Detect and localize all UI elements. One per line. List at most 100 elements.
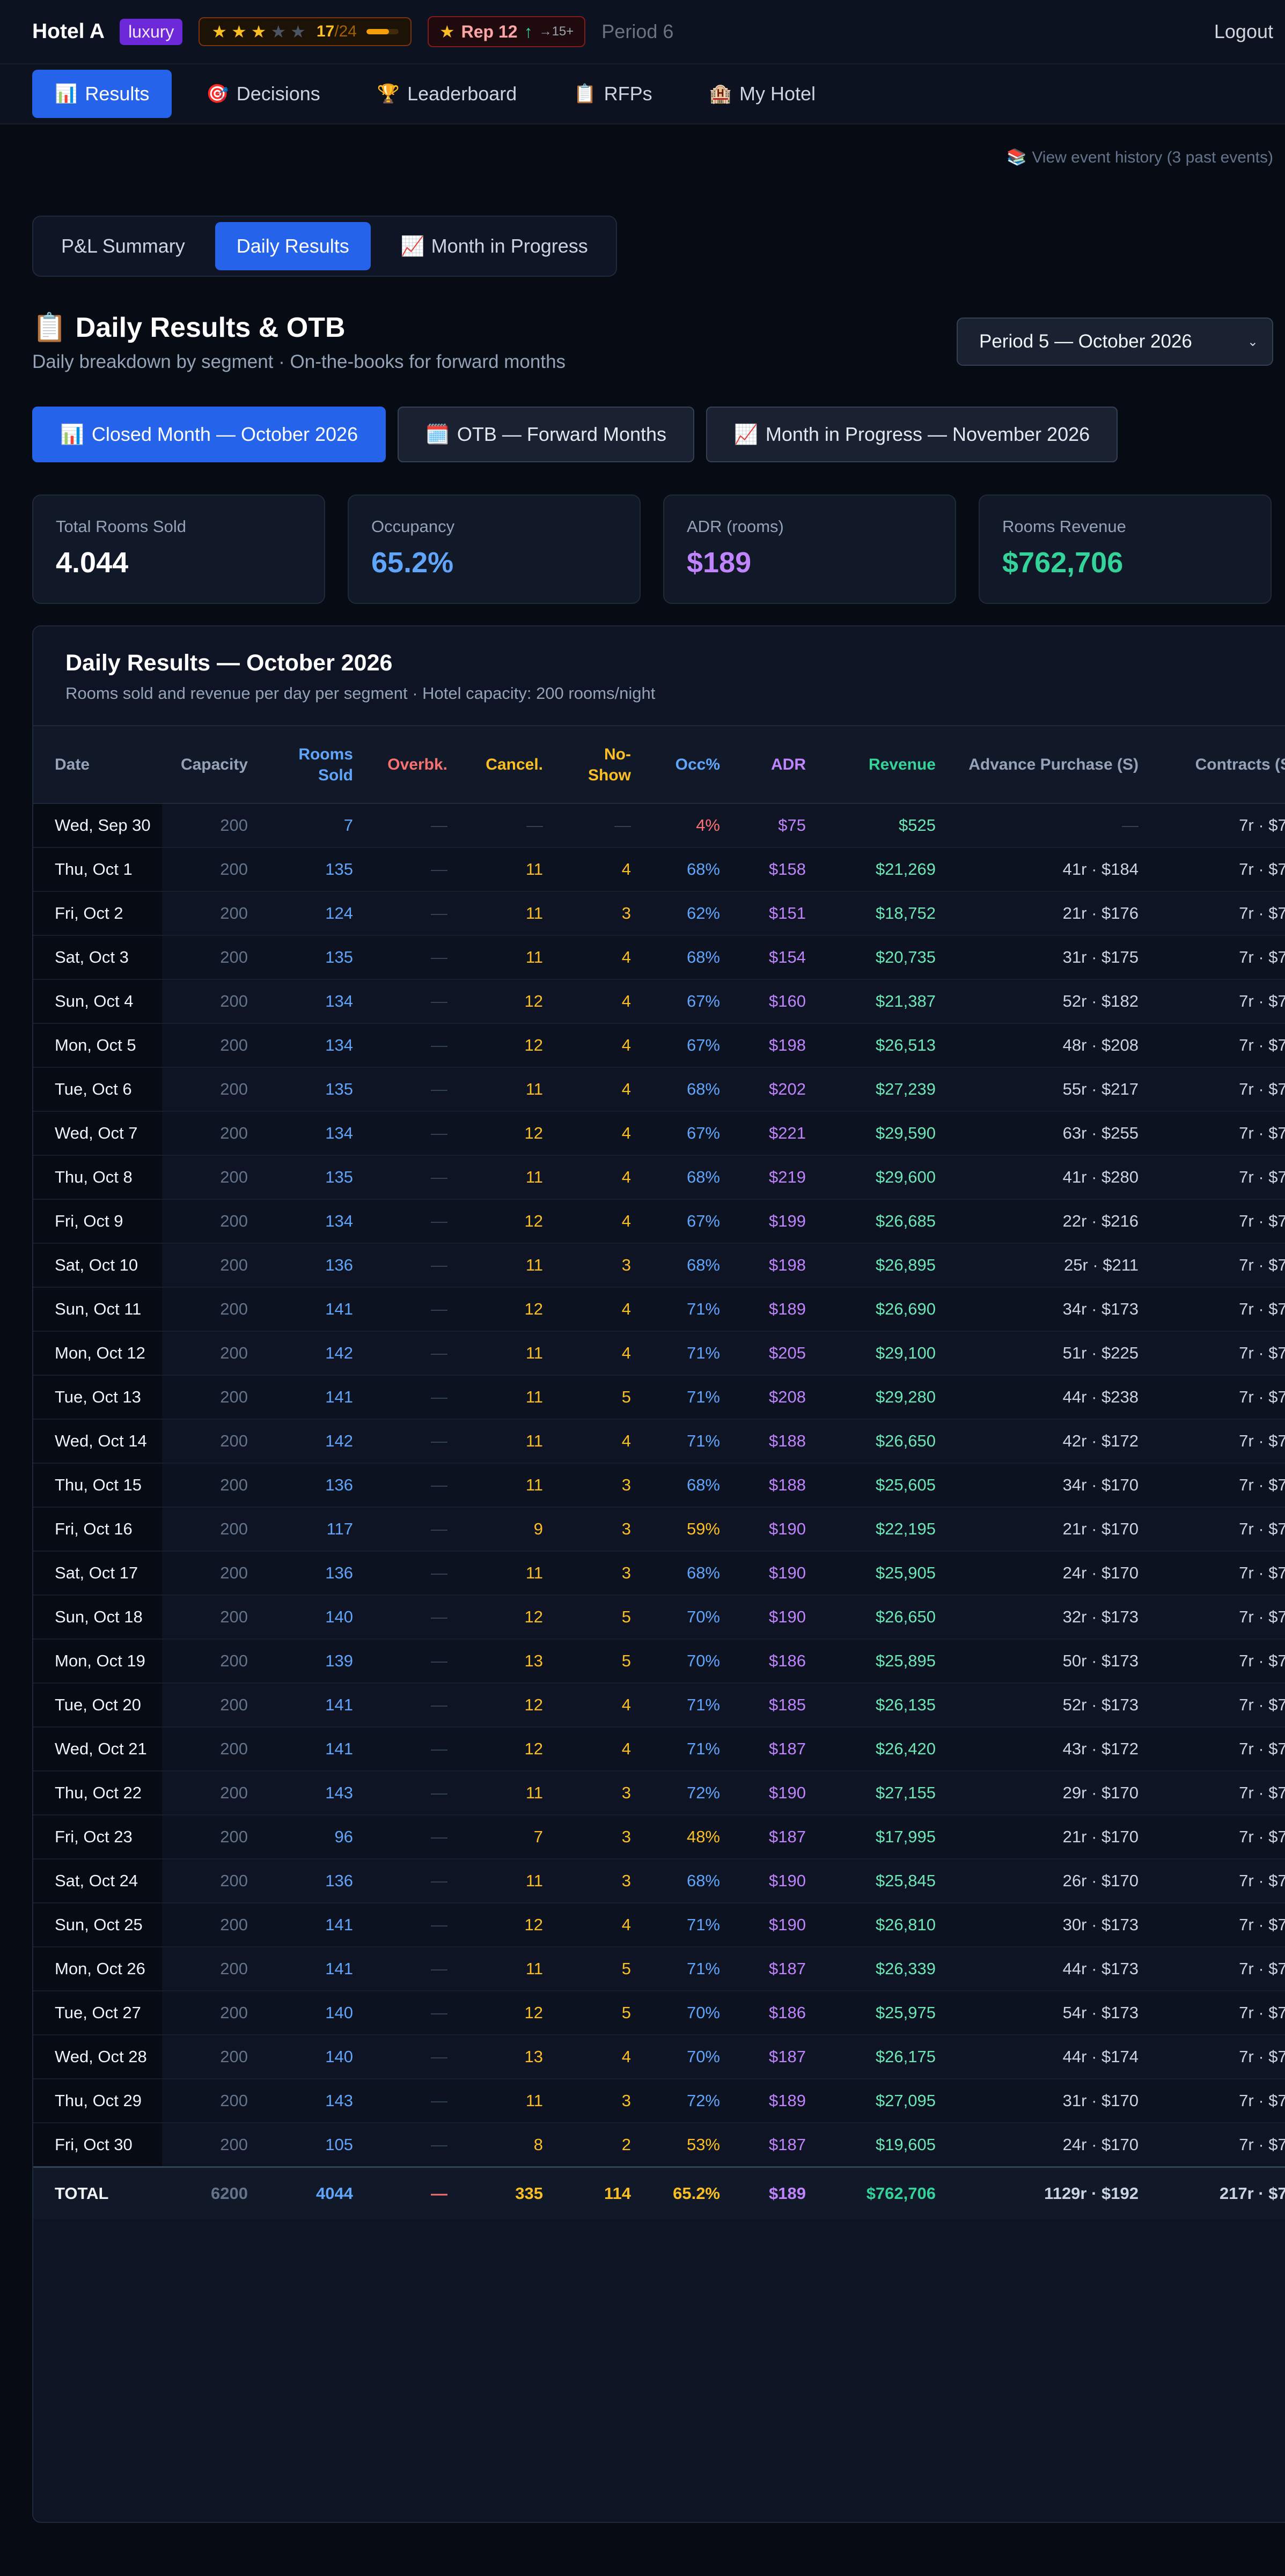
column-header: Contracts (S) — [1149, 726, 1285, 804]
table-cell: 7r · $75 — [1149, 1991, 1285, 2035]
table-cell: 22r · $216 — [946, 1199, 1149, 1244]
logout-button[interactable]: Logout — [1214, 20, 1273, 43]
star-rating: ★ ★ ★ ★ ★ 17/24 — [199, 17, 412, 46]
kpi-card: Rooms Revenue $762,706 — [979, 494, 1272, 604]
column-header: Rooms Sold — [259, 726, 364, 804]
row-date: Sat, Oct 17 — [33, 1551, 162, 1596]
column-header: Capacity — [162, 726, 259, 804]
event-history-link[interactable]: 📚 View event history (3 past events) — [1007, 148, 1273, 167]
stars-progress-bar — [366, 29, 399, 34]
table-cell: — — [364, 1947, 458, 1991]
reputation-badge: ★ Rep 12 ↑ →15+ — [427, 16, 586, 47]
table-cell: $26,135 — [817, 1683, 946, 1728]
subtab-p-l-summary[interactable]: P&L Summary — [40, 222, 207, 270]
table-cell: — — [364, 1463, 458, 1508]
view-button-2[interactable]: 📈 Month in Progress — November 2026 — [706, 407, 1118, 462]
nav-tab-results[interactable]: 📊 Results — [32, 70, 172, 118]
table-cell: 21r · $170 — [946, 1815, 1149, 1859]
table-cell: 7r · $75 — [1149, 891, 1285, 936]
table-cell: 71% — [642, 1375, 731, 1420]
results-subtabs: P&L Summary Daily Results 📈 Month in Progre… — [32, 216, 617, 277]
table-cell: 55r · $217 — [946, 1067, 1149, 1112]
table-cell: — — [364, 1859, 458, 1903]
table-row: Sat, Oct 10 200 136—11 3 68% $198 $26,895 25r ·… — [33, 1243, 1285, 1288]
table-cell: 3 — [554, 2079, 642, 2123]
table-cell: — — [364, 935, 458, 980]
tier-badge: luxury — [120, 18, 183, 45]
table-cell: 44r · $174 — [946, 2035, 1149, 2079]
table-cell: 7r · $75 — [1149, 1287, 1285, 1332]
table-cell: 96 — [259, 1815, 364, 1859]
table-cell: 11 — [458, 1067, 554, 1112]
kpi-label: Rooms Revenue — [1002, 517, 1126, 536]
table-row: Thu, Oct 22 200 143—11 3 72% $190 $27,155 29r ·… — [33, 1771, 1285, 1815]
table-cell: 44r · $238 — [946, 1375, 1149, 1420]
table-cell: $219 — [731, 1155, 817, 1200]
table-cell: 134 — [259, 979, 364, 1024]
column-header: Occ% — [642, 726, 731, 804]
nav-tab-decisions[interactable]: 🎯 Decisions — [183, 70, 342, 118]
table-cell: $25,975 — [817, 1991, 946, 2035]
top-bar: Hotel A luxury ★ ★ ★ ★ ★ 17/24 ★ Rep 12 ↑ →1… — [0, 0, 1285, 64]
hotel-name: Hotel A — [32, 20, 105, 43]
table-cell: 24r · $170 — [946, 1551, 1149, 1596]
table-cell: 200 — [162, 1375, 259, 1420]
table-cell: 12 — [458, 1287, 554, 1332]
nav-tab-leaderboard[interactable]: 🏆 Leaderboard — [355, 70, 540, 118]
table-cell: $187 — [731, 2035, 817, 2079]
row-date: Mon, Oct 12 — [33, 1331, 162, 1376]
table-cell: 11 — [458, 935, 554, 980]
table-cell: 59% — [642, 1507, 731, 1552]
table-cell: $190 — [731, 1507, 817, 1552]
table-cell: 7r · $75 — [1149, 1683, 1285, 1728]
view-button-label: Closed Month — October 2026 — [91, 423, 358, 445]
subtab-daily-results[interactable]: Daily Results — [215, 222, 371, 270]
event-history-label: View event history (3 past events) — [1032, 148, 1273, 166]
table-cell: 52r · $173 — [946, 1683, 1149, 1728]
nav-tab-my-hotel[interactable]: 🏨 My Hotel — [687, 70, 838, 118]
row-date: Sun, Oct 25 — [33, 1903, 162, 1947]
view-buttons: 📊 Closed Month — October 2026 🗓️ OTB — Forw… — [32, 407, 1118, 462]
table-cell: — — [364, 1991, 458, 2035]
table-total-row: TOTAL 6200 4044—335 114 65.2% $189 $762,706 112… — [33, 2166, 1285, 2219]
view-button-1[interactable]: 🗓️ OTB — Forward Months — [398, 407, 695, 462]
table-cell: 200 — [162, 1419, 259, 1464]
kpi-value: 4.044 — [56, 547, 129, 579]
reputation-label: Rep 12 — [461, 21, 518, 41]
table-cell: 200 — [162, 979, 259, 1024]
table-cell: 124 — [259, 891, 364, 936]
row-date: Sun, Oct 4 — [33, 979, 162, 1024]
table-cell: 7r · $75 — [1149, 1947, 1285, 1991]
table-cell: 200 — [162, 2035, 259, 2079]
table-row: Sat, Oct 24 200 136—11 3 68% $190 $25,845 26r ·… — [33, 1859, 1285, 1903]
table-cell: 134 — [259, 1199, 364, 1244]
table-cell: 200 — [162, 2123, 259, 2167]
table-cell: $27,239 — [817, 1067, 946, 1112]
chart-up-icon: 📈 — [400, 235, 425, 257]
star-icon: ★ — [211, 22, 227, 41]
table-cell: 200 — [162, 935, 259, 980]
period-select[interactable]: Period 5 — October 2026 ⌄ — [957, 318, 1273, 366]
column-header: Advance Purchase (S) — [946, 726, 1149, 804]
table-row: Tue, Oct 27 200 140—12 5 70% $186 $25,975 54r ·… — [33, 1991, 1285, 2035]
table-cell: $158 — [731, 847, 817, 892]
table-cell: 7r · $75 — [1149, 1595, 1285, 1640]
table-subtitle: Rooms sold and revenue per day per segme… — [65, 684, 656, 703]
table-cell: 141 — [259, 1947, 364, 1991]
table-row: Fri, Oct 30 200 105—8 2 53% $187 $19,605 24r · … — [33, 2123, 1285, 2167]
table-cell: $160 — [731, 979, 817, 1024]
table-cell: 4 — [554, 1023, 642, 1068]
view-button-0[interactable]: 📊 Closed Month — October 2026 — [32, 407, 386, 462]
table-cell: 41r · $280 — [946, 1155, 1149, 1200]
table-cell: 12 — [458, 1683, 554, 1728]
row-date: Thu, Oct 8 — [33, 1155, 162, 1200]
table-cell: 4 — [554, 1199, 642, 1244]
table-cell: 11 — [458, 1243, 554, 1288]
table-cell: 5 — [554, 1375, 642, 1420]
table-cell: 71% — [642, 1727, 731, 1772]
table-cell: 7r · $75 — [1149, 1815, 1285, 1859]
column-header: Date — [33, 726, 162, 804]
nav-tab-rfps[interactable]: 📋 RFPs — [551, 70, 674, 118]
table-cell: 136 — [259, 1463, 364, 1508]
subtab-month-in-progress[interactable]: 📈 Month in Progress — [379, 222, 610, 270]
